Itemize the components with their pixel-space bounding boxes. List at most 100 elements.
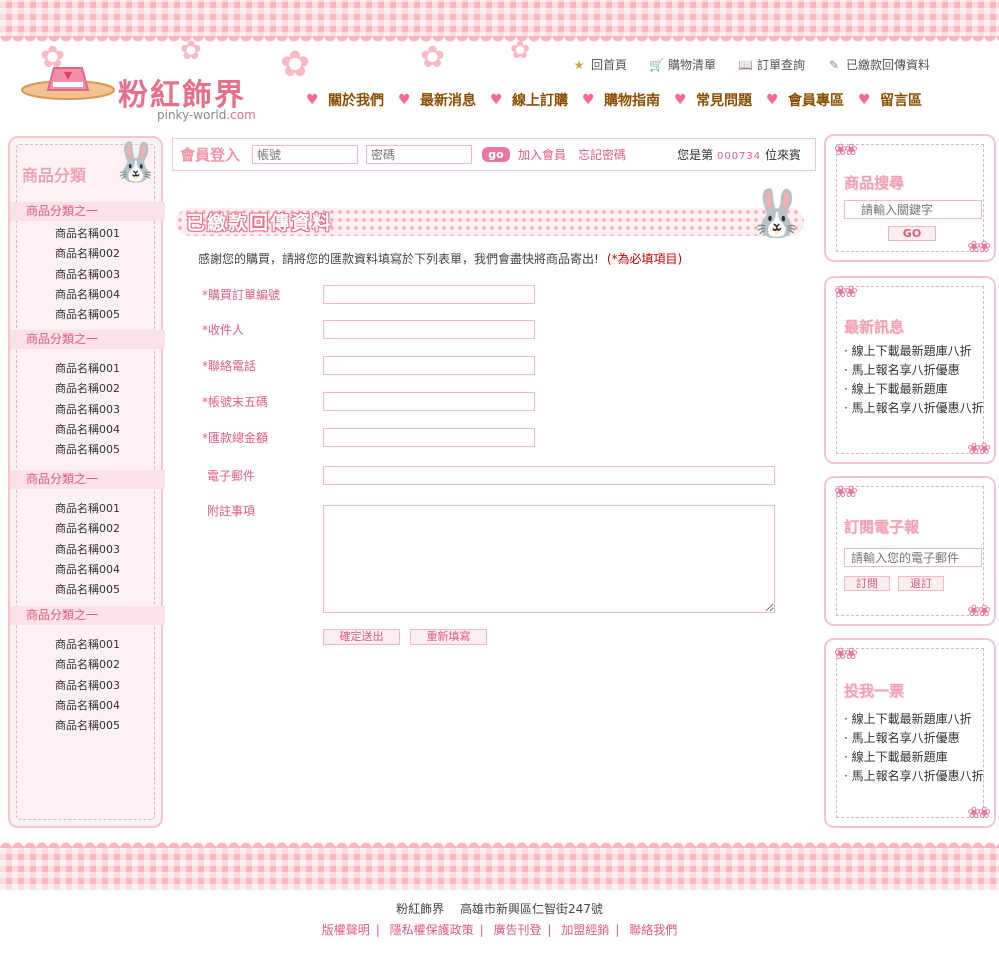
flower-decoration-icon: ✿ [180, 36, 202, 66]
news-list: · 線上下載最新題庫八折 · 馬上報名享八折優惠 · 線上下載最新題庫 · 馬上… [844, 342, 984, 418]
category-item[interactable]: 商品名稱003 [55, 676, 165, 696]
remark-textarea[interactable] [323, 505, 775, 613]
nav-member[interactable]: ♥ 會員專區 [766, 90, 844, 110]
newsletter-box: ❀❀ ❀❀ 訂閱電子報 訂閱 退訂 [824, 476, 996, 626]
field-label: *匯款總金額 [202, 431, 269, 445]
nav-about[interactable]: ♥ 關於我們 [306, 90, 384, 110]
topnav-label: 訂單查詢 [757, 58, 806, 72]
footer-link-privacy[interactable]: 隱私權保護政策 [390, 923, 474, 937]
unsubscribe-button[interactable]: 退訂 [898, 576, 944, 591]
nav-order-online[interactable]: ♥ 線上訂購 [490, 90, 568, 110]
rose-decoration-icon: ❀❀ [834, 140, 858, 159]
forgot-password-link[interactable]: 忘記密碼 [578, 146, 626, 163]
top-gingham-band [0, 0, 999, 44]
news-item[interactable]: · 馬上報名享八折優惠 [844, 361, 984, 380]
vote-item[interactable]: · 馬上報名享八折優惠八折 [844, 767, 984, 786]
nav-faq[interactable]: ♥ 常見問題 [674, 90, 752, 110]
form-row-email: 電子郵件 [202, 466, 775, 485]
field-label: 附註事項 [207, 504, 256, 518]
vote-item[interactable]: · 線上下載最新題庫 [844, 748, 984, 767]
phone-input[interactable] [323, 356, 535, 375]
field-label: *收件人 [202, 323, 245, 337]
category-item[interactable]: 商品名稱004 [55, 696, 165, 716]
member-login-bar: 會員登入 go 加入會員 忘記密碼 您是第 000734 位來賓 [172, 138, 816, 171]
heart-icon: ♥ [490, 91, 503, 108]
footer-link-contact[interactable]: 聯絡我們 [629, 923, 677, 937]
join-member-link[interactable]: 加入會員 [518, 146, 566, 163]
news-item[interactable]: · 線上下載最新題庫 [844, 380, 984, 399]
page-title: 已繳款回傳資料 [186, 212, 334, 234]
category-item[interactable]: 商品名稱004 [55, 560, 165, 580]
vote-item[interactable]: · 線上下載最新題庫八折 [844, 710, 984, 729]
search-go-button[interactable]: GO [888, 226, 936, 241]
book-icon: 📖 [738, 57, 753, 72]
category-item[interactable]: 商品名稱005 [55, 716, 165, 736]
category-group: 商品分類之一 商品名稱001 商品名稱002 商品名稱003 商品名稱004 商… [10, 470, 165, 600]
search-input[interactable] [844, 200, 982, 219]
intro-text: 感謝您的購買，請將您的匯款資料填寫於下列表單，我們會盡快將商品寄出! (*為必填項… [198, 252, 683, 266]
email-input[interactable] [323, 466, 775, 485]
account-input[interactable] [252, 145, 359, 164]
category-item[interactable]: 商品名稱002 [55, 519, 165, 539]
reset-button[interactable]: 重新填寫 [410, 629, 487, 645]
amount-input[interactable] [323, 428, 535, 447]
category-item[interactable]: 商品名稱003 [55, 265, 165, 285]
topnav-order-query[interactable]: 📖 訂單查詢 [738, 56, 805, 73]
account-last5-input[interactable] [323, 392, 535, 411]
nav-label: 關於我們 [328, 93, 384, 109]
category-item[interactable]: 商品名稱003 [55, 400, 165, 420]
category-item[interactable]: 商品名稱001 [55, 224, 165, 244]
field-label: 電子郵件 [207, 469, 256, 483]
field-label: *聯絡電話 [202, 359, 257, 373]
news-item[interactable]: · 線上下載最新題庫八折 [844, 342, 984, 361]
pencil-icon: ✎ [829, 57, 840, 72]
rose-decoration-icon: ❀❀ [967, 237, 991, 256]
category-head[interactable]: 商品分類之一 [10, 330, 165, 349]
category-item[interactable]: 商品名稱002 [55, 244, 165, 264]
category-item[interactable]: 商品名稱004 [55, 285, 165, 305]
subscribe-button[interactable]: 訂閱 [844, 576, 890, 591]
rose-decoration-icon: ❀❀ [834, 482, 858, 501]
category-item[interactable]: 商品名稱002 [55, 379, 165, 399]
nav-shopping-guide[interactable]: ♥ 購物指南 [582, 90, 660, 110]
news-item[interactable]: · 馬上報名享八折優惠八折 [844, 399, 984, 418]
footer-link-advertise[interactable]: 廣告刊登 [493, 923, 541, 937]
category-head[interactable]: 商品分類之一 [10, 470, 165, 489]
field-label: *帳號末五碼 [202, 395, 269, 409]
password-input[interactable] [366, 145, 473, 164]
topnav-cart[interactable]: 🛒 購物清單 [649, 56, 716, 73]
category-item[interactable]: 商品名稱001 [55, 635, 165, 655]
vote-item[interactable]: · 馬上報名享八折優惠 [844, 729, 984, 748]
nav-label: 常見問題 [696, 93, 752, 109]
submit-button[interactable]: 確定送出 [323, 629, 400, 645]
newsletter-email-input[interactable] [844, 548, 982, 567]
login-go-button[interactable]: go [482, 147, 511, 162]
category-head[interactable]: 商品分類之一 [10, 202, 165, 221]
recipient-input[interactable] [323, 320, 535, 339]
category-item[interactable]: 商品名稱001 [55, 499, 165, 519]
main-nav: ♥ 關於我們 ♥ 最新消息 ♥ 線上訂購 ♥ 購物指南 ♥ 常見問題 ♥ 會員專區 ♥ 留言區 [306, 90, 922, 110]
category-item[interactable]: 商品名稱003 [55, 540, 165, 560]
news-box-title: 最新訊息 [844, 318, 905, 336]
category-item[interactable]: 商品名稱005 [55, 440, 165, 460]
category-item[interactable]: 商品名稱005 [55, 305, 165, 325]
cart-icon: 🛒 [649, 57, 664, 72]
topnav-home[interactable]: ★ 回首頁 [572, 56, 627, 73]
order-number-input[interactable] [323, 285, 535, 304]
footer-link-copyright[interactable]: 版權聲明 [322, 923, 370, 937]
category-head[interactable]: 商品分類之一 [10, 606, 165, 625]
bunny-icon: 🐰 [112, 140, 160, 184]
category-item[interactable]: 商品名稱005 [55, 580, 165, 600]
footer-link-franchise[interactable]: 加盟經銷 [561, 923, 609, 937]
category-item[interactable]: 商品名稱001 [55, 359, 165, 379]
topnav-payment-report[interactable]: ✎ 已繳款回傳資料 [827, 56, 930, 73]
category-item[interactable]: 商品名稱004 [55, 420, 165, 440]
topnav-label: 回首頁 [591, 58, 628, 72]
nav-guestbook[interactable]: ♥ 留言區 [858, 90, 922, 110]
top-utility-nav: ★ 回首頁 🛒 購物清單 📖 訂單查詢 ✎ 已繳款回傳資料 [572, 56, 930, 73]
nav-news[interactable]: ♥ 最新消息 [398, 90, 476, 110]
vote-box-title: 投我一票 [844, 682, 905, 700]
rose-decoration-icon: ❀❀ [834, 282, 858, 301]
form-row-order-number: *購買訂單編號 [202, 285, 535, 304]
category-item[interactable]: 商品名稱002 [55, 655, 165, 675]
